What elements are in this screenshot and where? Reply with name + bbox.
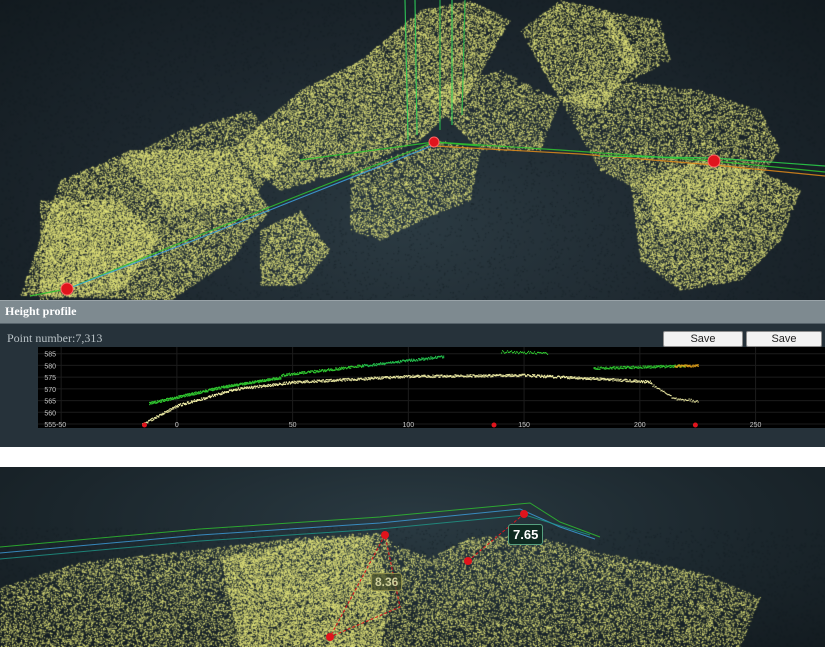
- wire-1: [0, 508, 596, 554]
- profile-x-tick: 50: [289, 422, 297, 428]
- profile-marker-2[interactable]: [428, 136, 440, 148]
- distance-label: 7.65: [508, 524, 544, 545]
- measurement-point-4[interactable]: [464, 557, 472, 565]
- height-profile-plot[interactable]: 585 580 575 570 565 560 555 -50 0 50 100 150 200 250: [38, 347, 825, 428]
- profile-y-tick: 570: [44, 387, 56, 394]
- profile-x-tick: -50: [56, 422, 66, 428]
- profile-line-0: [29, 141, 481, 297]
- measurement-overlay: [0, 502, 601, 641]
- profile-marker-2: [491, 422, 497, 428]
- profile-x-tick: 250: [750, 422, 762, 428]
- measurement-point-3[interactable]: [520, 510, 528, 518]
- wire-2: [0, 514, 591, 560]
- distance-label-occluded: 8.36: [371, 573, 403, 591]
- profile-marker-1: [141, 422, 147, 428]
- profile-y-tick: 580: [44, 363, 56, 370]
- profile-line-3: [433, 145, 825, 177]
- height-profile-chart[interactable]: 585 580 575 570 565 560 555 -50 0 50 100 150 200 250: [38, 347, 825, 428]
- divider: [0, 447, 825, 467]
- point-cloud-viewer-bottom[interactable]: [0, 467, 825, 647]
- profile-line-2: [299, 141, 825, 173]
- point-number-label: Point number:: [7, 331, 76, 345]
- profile-line-5: [404, 0, 409, 141]
- profile-line-overlay: [29, 0, 825, 297]
- height-profile-title: Height profile: [5, 304, 77, 318]
- point-cloud-viewer-top[interactable]: [0, 0, 825, 300]
- profile-x-tick: 100: [403, 422, 415, 428]
- profile-marker-3: [692, 422, 698, 428]
- profile-x-tick: 150: [518, 422, 530, 428]
- point-number-value: 7,313: [75, 331, 103, 345]
- profile-ground-tail: [651, 383, 699, 403]
- save-las-button[interactable]: Save LAS(3D): [746, 331, 822, 360]
- profile-line-1: [66, 144, 435, 290]
- profile-x-tick: 0: [175, 422, 179, 428]
- measurement-point-2[interactable]: [326, 633, 334, 641]
- profile-y-tick: 560: [44, 410, 56, 417]
- profile-y-tick: 575: [44, 375, 56, 382]
- profile-y-tick: 555: [44, 422, 56, 428]
- height-profile-panel: Height profile Point number:7,313 Save C…: [0, 300, 825, 447]
- profile-line-6: [414, 0, 418, 136]
- profile-wire-series-2: [281, 364, 364, 377]
- profile-marker-1[interactable]: [60, 282, 74, 296]
- profile-x-tick: 200: [634, 422, 646, 428]
- profile-marker-3[interactable]: [707, 154, 721, 168]
- save-csv-button[interactable]: Save CSV(2D): [663, 331, 743, 360]
- profile-line-9: [461, 0, 466, 116]
- profile-y-tick: 585: [44, 352, 56, 359]
- profile-ground-series: [142, 373, 653, 426]
- point-number-readout: Point number:7,313: [7, 331, 102, 346]
- measurement-point-1[interactable]: [381, 531, 389, 539]
- profile-y-tick: 565: [44, 399, 56, 406]
- height-profile-header[interactable]: Height profile: [0, 300, 825, 324]
